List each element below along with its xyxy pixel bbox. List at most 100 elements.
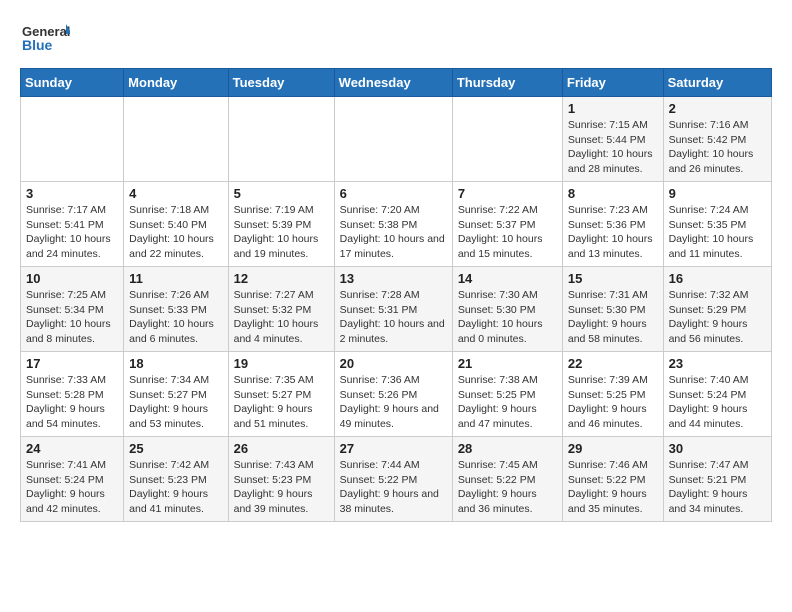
calendar-day-cell: 28 Sunrise: 7:45 AMSunset: 5:22 PMDayligh… — [452, 437, 562, 522]
day-info: Sunrise: 7:33 AMSunset: 5:28 PMDaylight:… — [26, 373, 118, 432]
calendar-day-cell: 3 Sunrise: 7:17 AMSunset: 5:41 PMDaylight… — [21, 182, 124, 267]
calendar-day-cell: 9 Sunrise: 7:24 AMSunset: 5:35 PMDaylight… — [663, 182, 771, 267]
calendar-day-cell: 15 Sunrise: 7:31 AMSunset: 5:30 PMDayligh… — [562, 267, 663, 352]
day-number: 19 — [234, 356, 329, 371]
day-number: 5 — [234, 186, 329, 201]
logo-svg: General Blue — [20, 20, 70, 58]
day-number: 22 — [568, 356, 658, 371]
day-number: 24 — [26, 441, 118, 456]
day-info: Sunrise: 7:24 AMSunset: 5:35 PMDaylight:… — [669, 203, 766, 262]
day-number: 16 — [669, 271, 766, 286]
day-info: Sunrise: 7:35 AMSunset: 5:27 PMDaylight:… — [234, 373, 329, 432]
day-info: Sunrise: 7:22 AMSunset: 5:37 PMDaylight:… — [458, 203, 557, 262]
day-info: Sunrise: 7:41 AMSunset: 5:24 PMDaylight:… — [26, 458, 118, 517]
day-info: Sunrise: 7:34 AMSunset: 5:27 PMDaylight:… — [129, 373, 222, 432]
day-number: 23 — [669, 356, 766, 371]
calendar-day-cell: 14 Sunrise: 7:30 AMSunset: 5:30 PMDayligh… — [452, 267, 562, 352]
calendar-empty-cell — [228, 97, 334, 182]
day-info: Sunrise: 7:17 AMSunset: 5:41 PMDaylight:… — [26, 203, 118, 262]
weekday-header-thursday: Thursday — [452, 69, 562, 97]
calendar-empty-cell — [334, 97, 452, 182]
day-info: Sunrise: 7:32 AMSunset: 5:29 PMDaylight:… — [669, 288, 766, 347]
calendar-day-cell: 10Sunrise: 7:25 AMSunset: 5:34 PMDayligh… — [21, 267, 124, 352]
day-info: Sunrise: 7:46 AMSunset: 5:22 PMDaylight:… — [568, 458, 658, 517]
day-info: Sunrise: 7:19 AMSunset: 5:39 PMDaylight:… — [234, 203, 329, 262]
day-number: 27 — [340, 441, 447, 456]
weekday-header-friday: Friday — [562, 69, 663, 97]
calendar-day-cell: 6 Sunrise: 7:20 AMSunset: 5:38 PMDaylight… — [334, 182, 452, 267]
day-info: Sunrise: 7:47 AMSunset: 5:21 PMDaylight:… — [669, 458, 766, 517]
day-info: Sunrise: 7:42 AMSunset: 5:23 PMDaylight:… — [129, 458, 222, 517]
calendar-body: 1 Sunrise: 7:15 AMSunset: 5:44 PMDaylight… — [21, 97, 772, 522]
day-info: Sunrise: 7:44 AMSunset: 5:22 PMDaylight:… — [340, 458, 447, 517]
day-number: 20 — [340, 356, 447, 371]
calendar-day-cell: 26Sunrise: 7:43 AMSunset: 5:23 PMDayligh… — [228, 437, 334, 522]
day-number: 9 — [669, 186, 766, 201]
day-number: 17 — [26, 356, 118, 371]
day-info: Sunrise: 7:40 AMSunset: 5:24 PMDaylight:… — [669, 373, 766, 432]
day-number: 29 — [568, 441, 658, 456]
calendar-header: SundayMondayTuesdayWednesdayThursdayFrid… — [21, 69, 772, 97]
weekday-header-row: SundayMondayTuesdayWednesdayThursdayFrid… — [21, 69, 772, 97]
day-number: 8 — [568, 186, 658, 201]
weekday-header-sunday: Sunday — [21, 69, 124, 97]
day-info: Sunrise: 7:16 AMSunset: 5:42 PMDaylight:… — [669, 118, 766, 177]
day-info: Sunrise: 7:36 AMSunset: 5:26 PMDaylight:… — [340, 373, 447, 432]
calendar-week-row: 3 Sunrise: 7:17 AMSunset: 5:41 PMDaylight… — [21, 182, 772, 267]
day-number: 12 — [234, 271, 329, 286]
calendar-day-cell: 5 Sunrise: 7:19 AMSunset: 5:39 PMDaylight… — [228, 182, 334, 267]
calendar-table: SundayMondayTuesdayWednesdayThursdayFrid… — [20, 68, 772, 522]
day-info: Sunrise: 7:27 AMSunset: 5:32 PMDaylight:… — [234, 288, 329, 347]
calendar-week-row: 10Sunrise: 7:25 AMSunset: 5:34 PMDayligh… — [21, 267, 772, 352]
calendar-day-cell: 30 Sunrise: 7:47 AMSunset: 5:21 PMDayligh… — [663, 437, 771, 522]
calendar-day-cell: 4 Sunrise: 7:18 AMSunset: 5:40 PMDaylight… — [124, 182, 228, 267]
day-number: 13 — [340, 271, 447, 286]
day-info: Sunrise: 7:28 AMSunset: 5:31 PMDaylight:… — [340, 288, 447, 347]
day-info: Sunrise: 7:26 AMSunset: 5:33 PMDaylight:… — [129, 288, 222, 347]
calendar-day-cell: 13 Sunrise: 7:28 AMSunset: 5:31 PMDayligh… — [334, 267, 452, 352]
day-info: Sunrise: 7:15 AMSunset: 5:44 PMDaylight:… — [568, 118, 658, 177]
weekday-header-tuesday: Tuesday — [228, 69, 334, 97]
day-info: Sunrise: 7:45 AMSunset: 5:22 PMDaylight:… — [458, 458, 557, 517]
calendar-empty-cell — [124, 97, 228, 182]
day-number: 15 — [568, 271, 658, 286]
day-info: Sunrise: 7:18 AMSunset: 5:40 PMDaylight:… — [129, 203, 222, 262]
svg-text:Blue: Blue — [22, 37, 53, 53]
calendar-day-cell: 7 Sunrise: 7:22 AMSunset: 5:37 PMDaylight… — [452, 182, 562, 267]
page-header: General Blue — [20, 20, 772, 58]
day-number: 4 — [129, 186, 222, 201]
calendar-day-cell: 29 Sunrise: 7:46 AMSunset: 5:22 PMDayligh… — [562, 437, 663, 522]
day-number: 6 — [340, 186, 447, 201]
day-number: 3 — [26, 186, 118, 201]
calendar-week-row: 17 Sunrise: 7:33 AMSunset: 5:28 PMDayligh… — [21, 352, 772, 437]
calendar-day-cell: 27 Sunrise: 7:44 AMSunset: 5:22 PMDayligh… — [334, 437, 452, 522]
calendar-empty-cell — [452, 97, 562, 182]
calendar-day-cell: 21Sunrise: 7:38 AMSunset: 5:25 PMDayligh… — [452, 352, 562, 437]
day-info: Sunrise: 7:23 AMSunset: 5:36 PMDaylight:… — [568, 203, 658, 262]
day-info: Sunrise: 7:30 AMSunset: 5:30 PMDaylight:… — [458, 288, 557, 347]
day-number: 7 — [458, 186, 557, 201]
logo: General Blue — [20, 20, 70, 58]
day-info: Sunrise: 7:20 AMSunset: 5:38 PMDaylight:… — [340, 203, 447, 262]
day-info: Sunrise: 7:39 AMSunset: 5:25 PMDaylight:… — [568, 373, 658, 432]
calendar-day-cell: 20 Sunrise: 7:36 AMSunset: 5:26 PMDayligh… — [334, 352, 452, 437]
day-number: 2 — [669, 101, 766, 116]
day-number: 1 — [568, 101, 658, 116]
calendar-day-cell: 11Sunrise: 7:26 AMSunset: 5:33 PMDayligh… — [124, 267, 228, 352]
day-number: 18 — [129, 356, 222, 371]
weekday-header-wednesday: Wednesday — [334, 69, 452, 97]
calendar-empty-cell — [21, 97, 124, 182]
day-number: 14 — [458, 271, 557, 286]
calendar-day-cell: 22 Sunrise: 7:39 AMSunset: 5:25 PMDayligh… — [562, 352, 663, 437]
calendar-day-cell: 23 Sunrise: 7:40 AMSunset: 5:24 PMDayligh… — [663, 352, 771, 437]
calendar-day-cell: 8 Sunrise: 7:23 AMSunset: 5:36 PMDaylight… — [562, 182, 663, 267]
calendar-day-cell: 18 Sunrise: 7:34 AMSunset: 5:27 PMDayligh… — [124, 352, 228, 437]
calendar-day-cell: 1 Sunrise: 7:15 AMSunset: 5:44 PMDaylight… — [562, 97, 663, 182]
day-info: Sunrise: 7:38 AMSunset: 5:25 PMDaylight:… — [458, 373, 557, 432]
calendar-day-cell: 17 Sunrise: 7:33 AMSunset: 5:28 PMDayligh… — [21, 352, 124, 437]
day-number: 30 — [669, 441, 766, 456]
calendar-day-cell: 16 Sunrise: 7:32 AMSunset: 5:29 PMDayligh… — [663, 267, 771, 352]
day-number: 25 — [129, 441, 222, 456]
day-info: Sunrise: 7:31 AMSunset: 5:30 PMDaylight:… — [568, 288, 658, 347]
day-number: 28 — [458, 441, 557, 456]
